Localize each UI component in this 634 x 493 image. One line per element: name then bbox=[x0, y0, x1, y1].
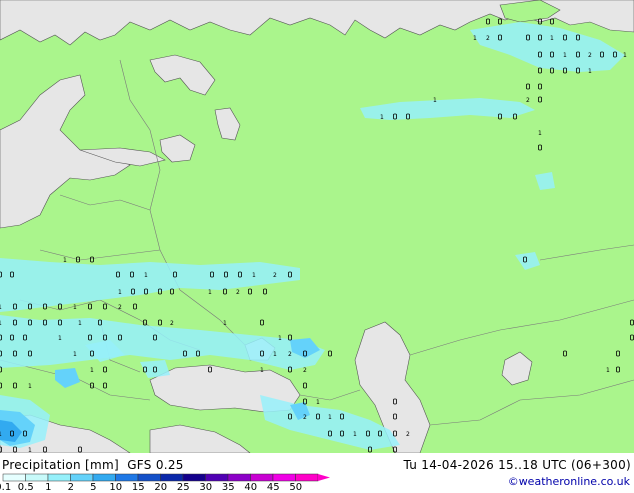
precip-marker-value: 1 bbox=[90, 367, 94, 374]
map-canvas: 1 1 1 2 1 1 2 1 1 2 1 1 2 1 1 1 1 1 2 1 1 2 1 1 2 1 1 2 1 1 1 1 1 2 1 1 2 1 1 2… bbox=[0, 0, 634, 453]
precip-marker-value: 1 bbox=[473, 35, 477, 42]
scale-swatch bbox=[205, 473, 229, 482]
precip-marker-value: 1 bbox=[0, 320, 2, 327]
precip-marker-value: 1 bbox=[606, 367, 610, 374]
precip-marker-value: 1 bbox=[380, 114, 384, 121]
scale-swatch bbox=[92, 473, 116, 482]
precip-marker-value: 1 bbox=[563, 52, 567, 59]
color-scale bbox=[2, 473, 330, 482]
precip-marker-value: 2 bbox=[588, 52, 592, 59]
precip-marker-value: 2 bbox=[170, 320, 174, 327]
precip-marker-value: 1 bbox=[328, 414, 332, 421]
scale-tick-label: 20 bbox=[154, 482, 168, 493]
scale-swatch bbox=[160, 473, 184, 482]
precip-marker-value: 1 bbox=[78, 320, 82, 327]
precip-marker-value: 1 bbox=[73, 304, 77, 311]
precip-marker-value: 2 bbox=[303, 414, 307, 421]
scale-swatch bbox=[115, 473, 139, 482]
precip-marker-value: 1 bbox=[73, 351, 77, 358]
precip-marker-value: 2 bbox=[406, 431, 410, 438]
precip-marker-value: 2 bbox=[236, 289, 240, 296]
precip-marker-value: 1 bbox=[0, 304, 2, 311]
scale-tick-label: 15 bbox=[131, 482, 145, 493]
precip-marker-value: 1 bbox=[273, 351, 277, 358]
precip-marker-value: 2 bbox=[526, 97, 530, 104]
scale-swatch bbox=[137, 473, 161, 482]
precip-marker-value: 1 bbox=[316, 399, 320, 406]
precip-marker-value: 1 bbox=[118, 289, 122, 296]
scale-tick-label: 0.5 bbox=[17, 482, 34, 493]
copyright[interactable]: ©weatheronline.co.uk bbox=[508, 475, 630, 488]
precip-marker-value: 2 bbox=[303, 367, 307, 374]
precip-marker-value: 2 bbox=[273, 272, 277, 279]
scale-swatch bbox=[25, 473, 49, 482]
precip-marker-value: 1 bbox=[63, 257, 67, 264]
precip-marker-value: 1 bbox=[550, 35, 554, 42]
precip-marker-value: 1 bbox=[260, 367, 264, 374]
legend-bar: Precipitation [mm] GFS 0.25 Tu 14-04-202… bbox=[0, 453, 634, 493]
scale-swatch bbox=[295, 473, 319, 482]
scale-tick-label: 35 bbox=[221, 482, 235, 493]
scale-tick-label: 2 bbox=[67, 482, 74, 493]
precip-marker-value: 1 bbox=[223, 320, 227, 327]
scale-tick-label: 50 bbox=[289, 482, 303, 493]
scale-tick-label: 40 bbox=[244, 482, 258, 493]
scale-tick-label: 25 bbox=[176, 482, 190, 493]
scale-tick-label: 45 bbox=[266, 482, 280, 493]
precip-marker-value: 1 bbox=[538, 130, 542, 137]
precip-marker-value: 1 bbox=[353, 431, 357, 438]
scale-tick-label: 5 bbox=[90, 482, 97, 493]
model-name: GFS 0.25 bbox=[127, 458, 184, 472]
scale-swatch bbox=[70, 473, 94, 482]
scale-swatch bbox=[182, 473, 206, 482]
precip-marker-value: 2 bbox=[288, 351, 292, 358]
scale-arrow bbox=[318, 474, 330, 481]
valid-time: Tu 14-04-2026 15..18 UTC (06+300) bbox=[403, 458, 631, 472]
scale-tick-label: 1 bbox=[45, 482, 52, 493]
scale-swatch bbox=[2, 473, 26, 482]
precip-marker-value: 1 bbox=[588, 68, 592, 75]
scale-swatch bbox=[250, 473, 274, 482]
precip-marker-value: 1 bbox=[278, 335, 282, 342]
scale-swatch bbox=[47, 473, 71, 482]
precip-marker-value: 2 bbox=[118, 304, 122, 311]
precip-marker-value: 1 bbox=[433, 97, 437, 104]
precip-marker-value: 1 bbox=[0, 431, 2, 438]
precip-marker-value: 1 bbox=[144, 272, 148, 279]
scale-tick-label: 30 bbox=[199, 482, 213, 493]
precip-marker-value: 1 bbox=[28, 383, 32, 390]
scale-swatch bbox=[227, 473, 251, 482]
precip-marker-value: 1 bbox=[252, 272, 256, 279]
precip-marker-value: 2 bbox=[486, 35, 490, 42]
precip-marker-value: 1 bbox=[208, 289, 212, 296]
scale-swatch bbox=[272, 473, 296, 482]
precipitation-map[interactable]: 1 1 1 2 1 1 2 1 1 2 1 1 2 1 1 1 1 1 2 1 1 2 1 1 2 1 1 2 1 1 1 1 1 2 1 1 2 1 1 2… bbox=[0, 0, 634, 453]
precip-marker-value: 1 bbox=[623, 52, 627, 59]
precip-marker-value: 1 bbox=[58, 335, 62, 342]
legend-title: Precipitation [mm] GFS 0.25 bbox=[2, 458, 184, 472]
scale-tick-label: 10 bbox=[109, 482, 123, 493]
legend-title-text: Precipitation [mm] bbox=[2, 458, 119, 472]
scale-tick-label: 0.1 bbox=[0, 482, 12, 493]
